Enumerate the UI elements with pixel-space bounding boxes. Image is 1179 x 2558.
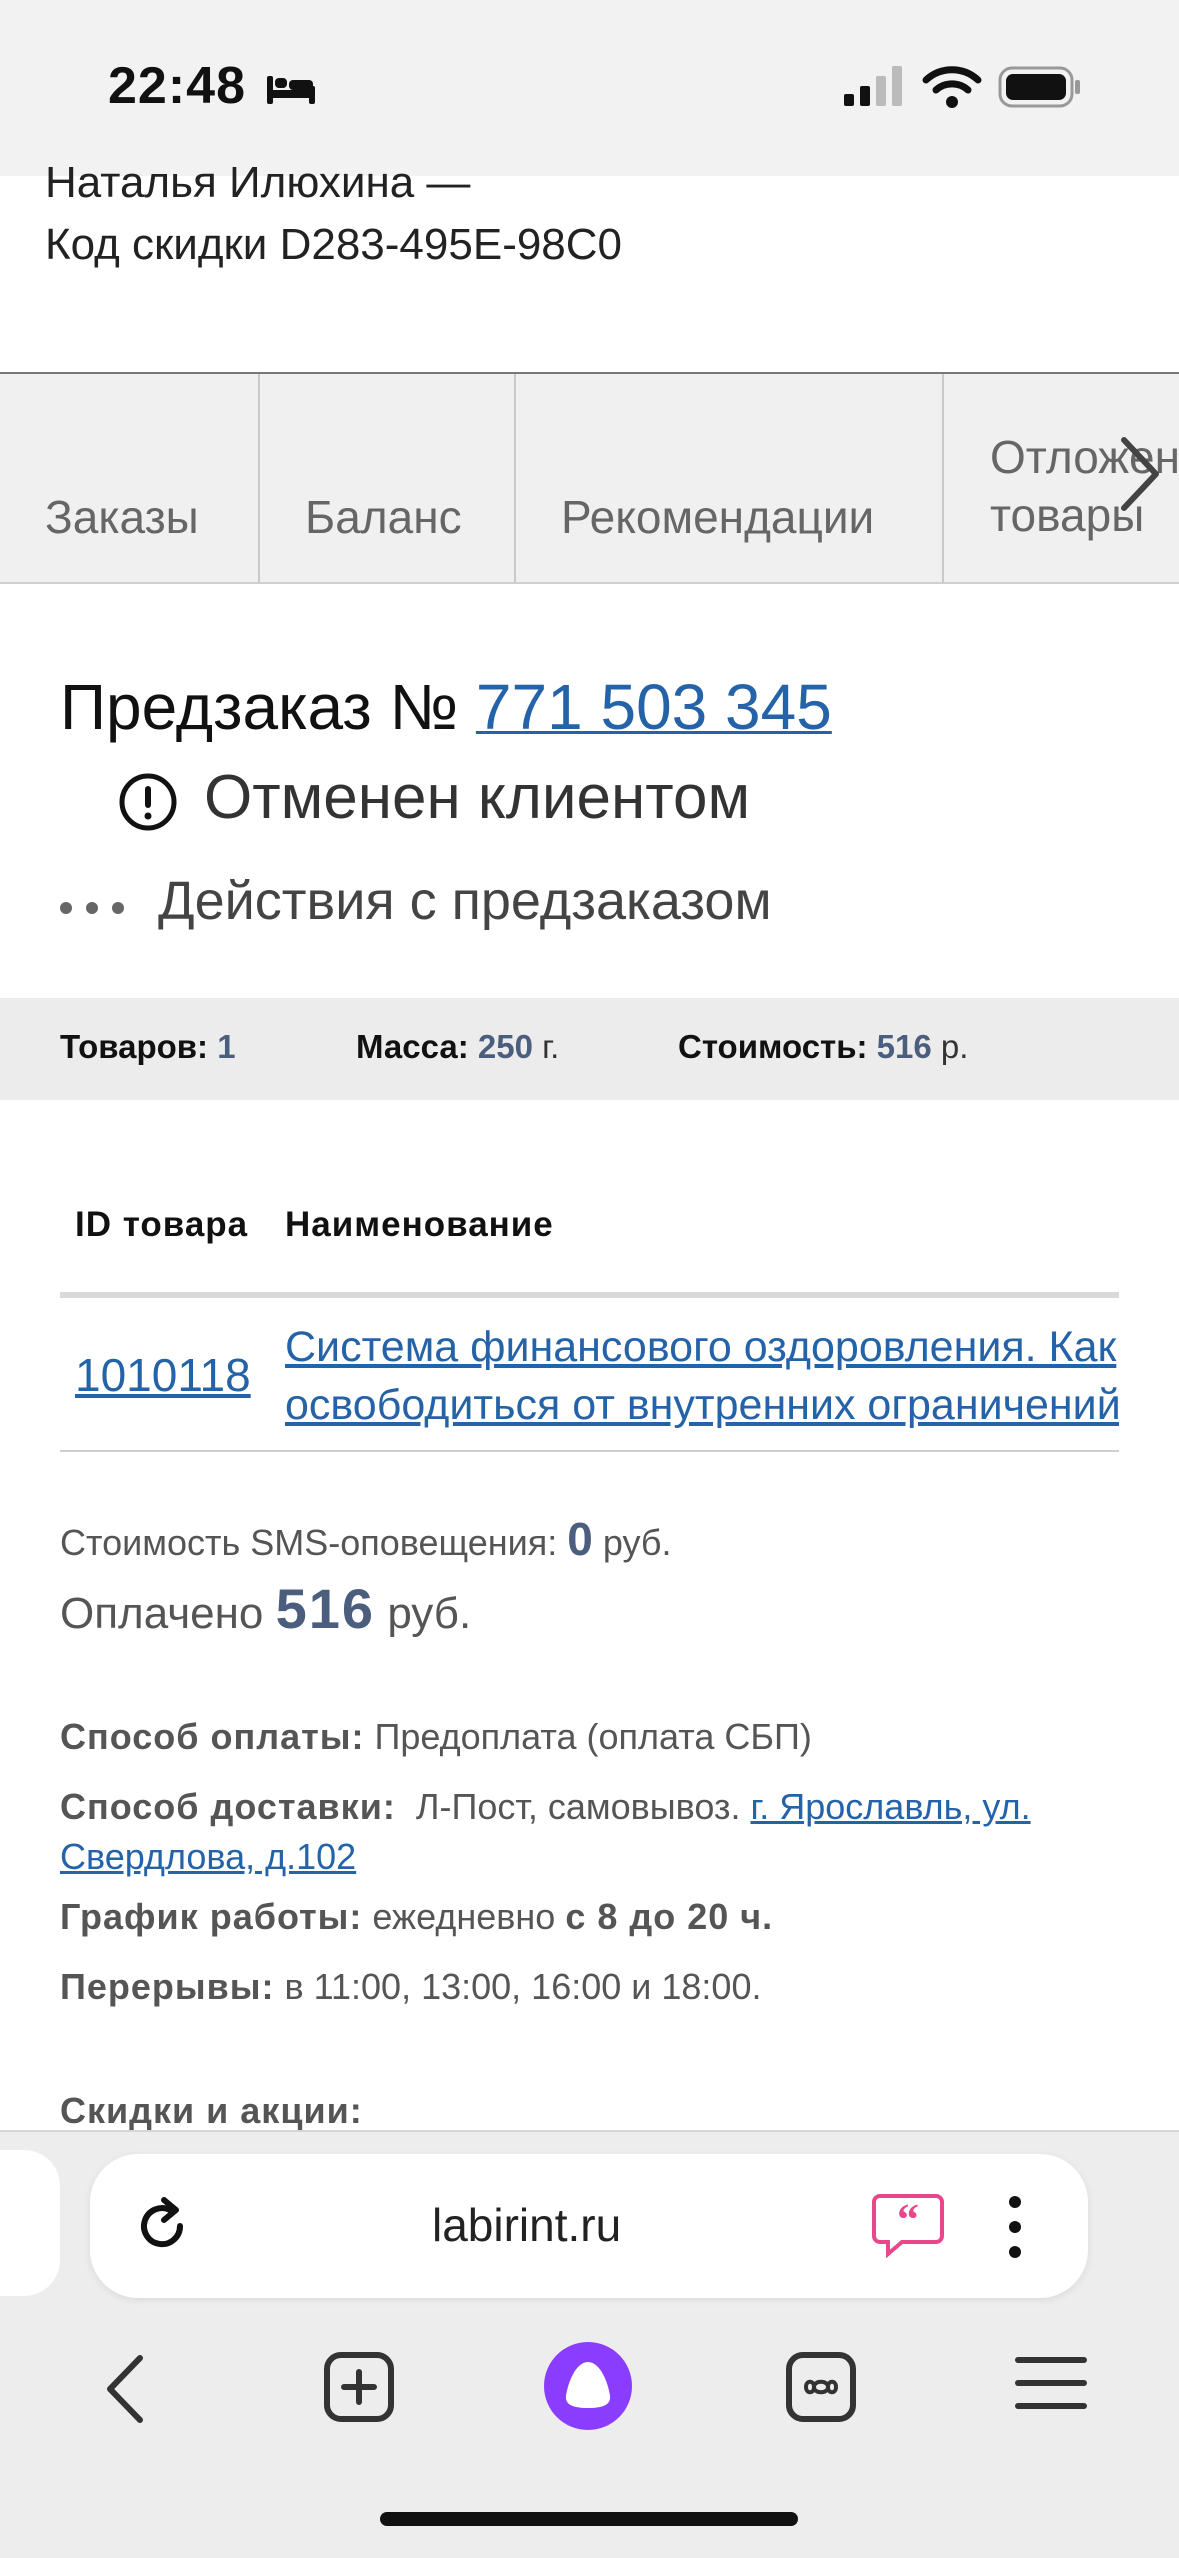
items-count: Товаров: 1	[60, 1028, 236, 1065]
reload-icon[interactable]	[130, 2194, 194, 2258]
user-name: Наталья Илюхина —	[45, 158, 471, 207]
table-divider	[60, 1292, 1119, 1298]
battery-icon	[998, 66, 1080, 108]
url-text[interactable]: labirint.ru	[432, 2198, 621, 2252]
cellular-signal-icon	[844, 66, 902, 106]
column-header-id: ID товара	[75, 1205, 249, 1244]
chevron-right-icon[interactable]	[1110, 432, 1170, 516]
sleep-focus-icon	[267, 76, 315, 104]
clock: 22:48	[108, 57, 246, 115]
order-status: Отменен клиентом	[204, 763, 751, 832]
home-indicator[interactable]	[380, 2512, 798, 2526]
payment-method: Способ оплаты: Предоплата (оплата СБП)	[60, 1716, 812, 1757]
total-cost: Стоимость: 516 р.	[678, 1028, 969, 1065]
account-tabs: Заказы Баланс Рекомендации Отложенные то…	[0, 372, 1179, 584]
previous-tab-preview[interactable]	[0, 2150, 60, 2296]
hamburger-menu-icon[interactable]	[1014, 2354, 1088, 2412]
alice-assistant-icon[interactable]	[542, 2340, 634, 2432]
paid-amount: Оплачено 516 руб.	[60, 1577, 472, 1640]
tab-orders[interactable]: Заказы	[0, 374, 260, 582]
svg-text:“: “	[897, 2195, 919, 2244]
alert-circle-icon	[119, 773, 177, 831]
quote-bubble-icon[interactable]: “	[872, 2192, 944, 2258]
delivery-method: Способ доставки: Л-Пост, самовывоз. г. Я…	[60, 1786, 1031, 1877]
back-arrow-icon[interactable]	[100, 2352, 152, 2426]
wifi-icon	[922, 66, 982, 108]
new-tab-icon[interactable]	[322, 2350, 396, 2424]
tab-balance[interactable]: Баланс	[260, 374, 516, 582]
preorder-actions-button[interactable]: Действия с предзаказом	[158, 870, 772, 932]
product-name-link[interactable]: Система финансового оздоровления. Как ос…	[285, 1318, 1119, 1438]
work-schedule: График работы: ежедневно с 8 до 20 ч.	[60, 1896, 774, 1937]
more-vertical-icon[interactable]	[1000, 2194, 1030, 2260]
weight: Масса: 250 г.	[356, 1028, 560, 1065]
page-title: Предзаказ № 771 503 345	[60, 671, 832, 743]
order-summary: Товаров: 1 Масса: 250 г. Стоимость: 516 …	[0, 998, 1179, 1100]
more-horizontal-icon[interactable]	[58, 900, 126, 916]
preorder-number-link[interactable]: 771 503 345	[476, 671, 832, 743]
sms-cost: Стоимость SMS-оповещения: 0 руб.	[60, 1513, 672, 1565]
tab-recommendations[interactable]: Рекомендации	[516, 374, 944, 582]
breaks: Перерывы: в 11:00, 13:00, 16:00 и 18:00.	[60, 1966, 762, 2007]
discounts-heading: Скидки и акции:	[60, 2090, 363, 2131]
tabs-switcher-icon[interactable]	[784, 2350, 858, 2424]
product-id-link[interactable]: 1010118	[75, 1348, 251, 1402]
column-header-name: Наименование	[285, 1205, 554, 1244]
discount-code: Код скидки D283-495E-98C0	[45, 220, 623, 269]
table-divider	[60, 1450, 1119, 1452]
